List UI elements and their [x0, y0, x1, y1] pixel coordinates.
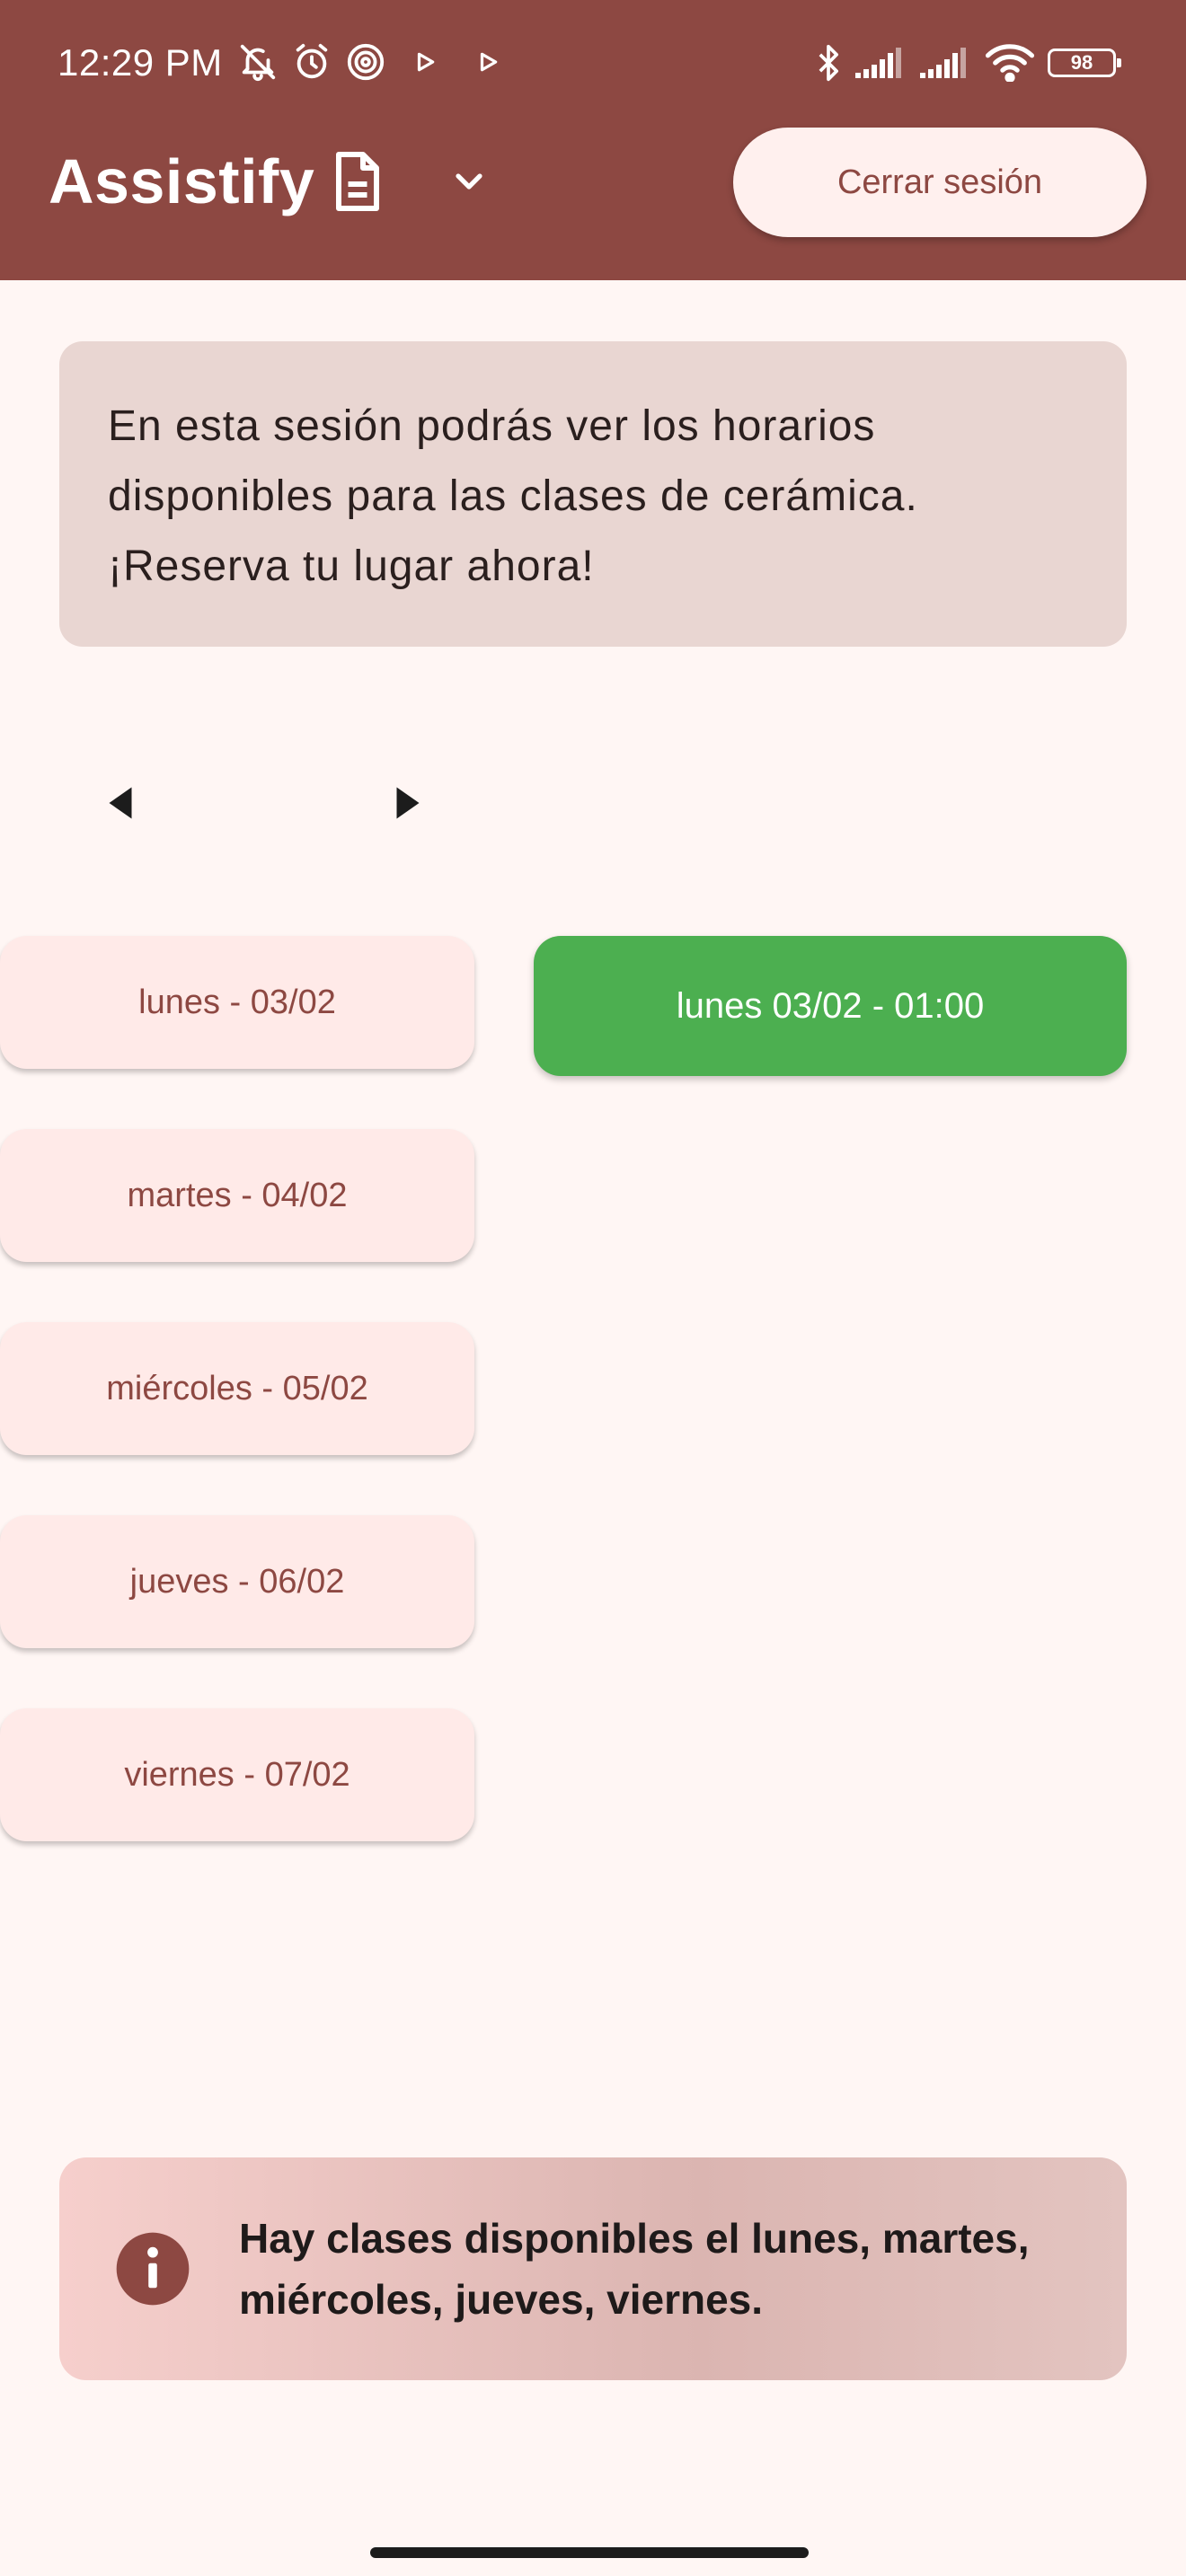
- status-time: 12:29 PM: [58, 41, 223, 84]
- status-icons-right: 98: [814, 41, 1121, 84]
- app-title-row: Assistify: [49, 135, 491, 228]
- time-slot-button[interactable]: lunes 03/02 - 01:00: [534, 936, 1127, 1076]
- day-button-miercoles[interactable]: miércoles - 05/02: [0, 1322, 474, 1455]
- location-target-icon: [345, 40, 386, 84]
- muted-bell-icon: [237, 40, 279, 84]
- day-button-lunes[interactable]: lunes - 03/02: [0, 936, 474, 1069]
- day-button-viernes[interactable]: viernes - 07/02: [0, 1708, 474, 1841]
- day-button-martes[interactable]: martes - 04/02: [0, 1129, 474, 1262]
- play-icon: [476, 40, 500, 84]
- document-icon: [331, 149, 385, 214]
- info-icon: [113, 2229, 192, 2308]
- alarm-icon: [291, 40, 332, 84]
- status-bar: 12:29 PM 98: [0, 0, 1186, 135]
- battery-icon: 98: [1048, 41, 1121, 84]
- status-icons-left: [237, 40, 500, 84]
- intro-card: En esta sesión podrás ver los horarios d…: [59, 341, 1127, 647]
- signal-icon: [855, 41, 907, 84]
- play-icon: [413, 40, 437, 84]
- gesture-bar[interactable]: [370, 2547, 809, 2558]
- next-week-button[interactable]: [381, 778, 435, 832]
- chevron-down-icon[interactable]: [447, 160, 491, 203]
- caret-right-icon: [394, 785, 421, 825]
- app-bar: 12:29 PM 98 Assistify Cerrar sesión: [0, 0, 1186, 280]
- day-button-jueves[interactable]: jueves - 06/02: [0, 1515, 474, 1648]
- wifi-icon: [985, 41, 1035, 84]
- battery-level: 98: [1070, 51, 1093, 74]
- intro-text: En esta sesión podrás ver los horarios d…: [108, 402, 918, 590]
- app-title: Assistify: [49, 146, 315, 216]
- bluetooth-icon: [814, 41, 843, 84]
- previous-week-button[interactable]: [93, 778, 147, 832]
- info-text: Hay clases disponibles el lunes, martes,…: [239, 2215, 1030, 2323]
- info-banner: Hay clases disponibles el lunes, martes,…: [59, 2157, 1127, 2380]
- app-screen: 12:29 PM 98 Assistify Cerrar sesión En e…: [0, 0, 1186, 2576]
- signal-icon: [920, 41, 972, 84]
- caret-left-icon: [107, 785, 134, 825]
- logout-button[interactable]: Cerrar sesión: [733, 128, 1146, 237]
